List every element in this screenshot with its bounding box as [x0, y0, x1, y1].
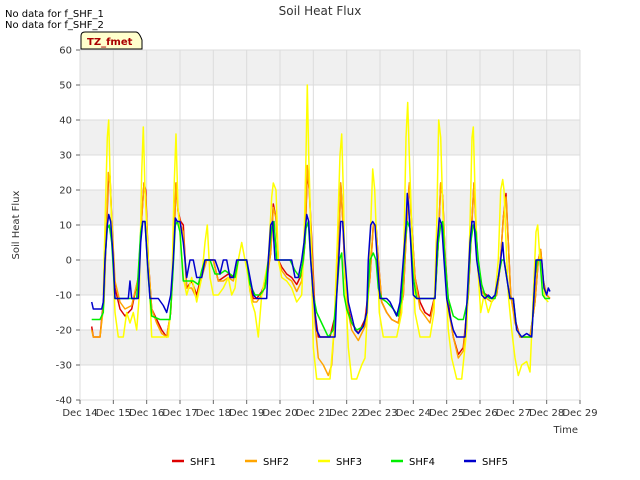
x-tick-label: Dec 16: [129, 408, 164, 419]
x-tick-label: Dec 26: [462, 408, 497, 419]
chart-title: Soil Heat Flux: [279, 4, 362, 18]
note-no-data-2: No data for f_SHF_2: [5, 20, 104, 31]
y-tick-label: -30: [56, 361, 72, 372]
x-tick-label: Dec 22: [329, 408, 364, 419]
x-tick-label: Dec 14: [62, 408, 97, 419]
y-tick-label: 60: [59, 46, 72, 57]
x-axis-title: Time: [553, 425, 578, 436]
x-tick-label: Dec 24: [396, 408, 431, 419]
x-tick-label: Dec 19: [229, 408, 264, 419]
plot-band: [80, 120, 580, 155]
x-tick-label: Dec 21: [296, 408, 331, 419]
x-tick-label: Dec 15: [96, 408, 131, 419]
tz-badge: TZ_fmet: [80, 31, 143, 50]
legend-label-shf2: SHF2: [263, 457, 289, 468]
x-tick-label: Dec 25: [429, 408, 464, 419]
legend-label-shf5: SHF5: [482, 457, 508, 468]
x-tick-label: Dec 29: [562, 408, 597, 419]
y-tick-label: 50: [59, 81, 72, 92]
y-tick-label: 40: [59, 116, 72, 127]
tz-label: TZ_fmet: [87, 37, 133, 48]
legend-label-shf3: SHF3: [336, 457, 362, 468]
y-tick-label: 30: [59, 151, 72, 162]
y-tick-label: 0: [66, 256, 72, 267]
note-no-data-1: No data for f_SHF_1: [5, 9, 104, 20]
y-tick-label: -10: [56, 291, 72, 302]
y-tick-label: -20: [56, 326, 72, 337]
x-tick-label: Dec 23: [362, 408, 397, 419]
y-axis-title: Soil Heat Flux: [11, 190, 22, 259]
legend-label-shf1: SHF1: [190, 457, 216, 468]
x-tick-label: Dec 28: [529, 408, 564, 419]
y-tick-label: 10: [59, 221, 72, 232]
y-tick-label: -40: [56, 396, 72, 407]
plot-band: [80, 50, 580, 85]
y-tick-label: 20: [59, 186, 72, 197]
soil-heat-flux-chart: No data for f_SHF_1 No data for f_SHF_2 …: [0, 0, 640, 480]
legend-label-shf4: SHF4: [409, 457, 435, 468]
x-tick-label: Dec 20: [262, 408, 297, 419]
x-tick-label: Dec 18: [196, 408, 231, 419]
x-tick-label: Dec 17: [162, 408, 197, 419]
x-tick-label: Dec 27: [496, 408, 531, 419]
